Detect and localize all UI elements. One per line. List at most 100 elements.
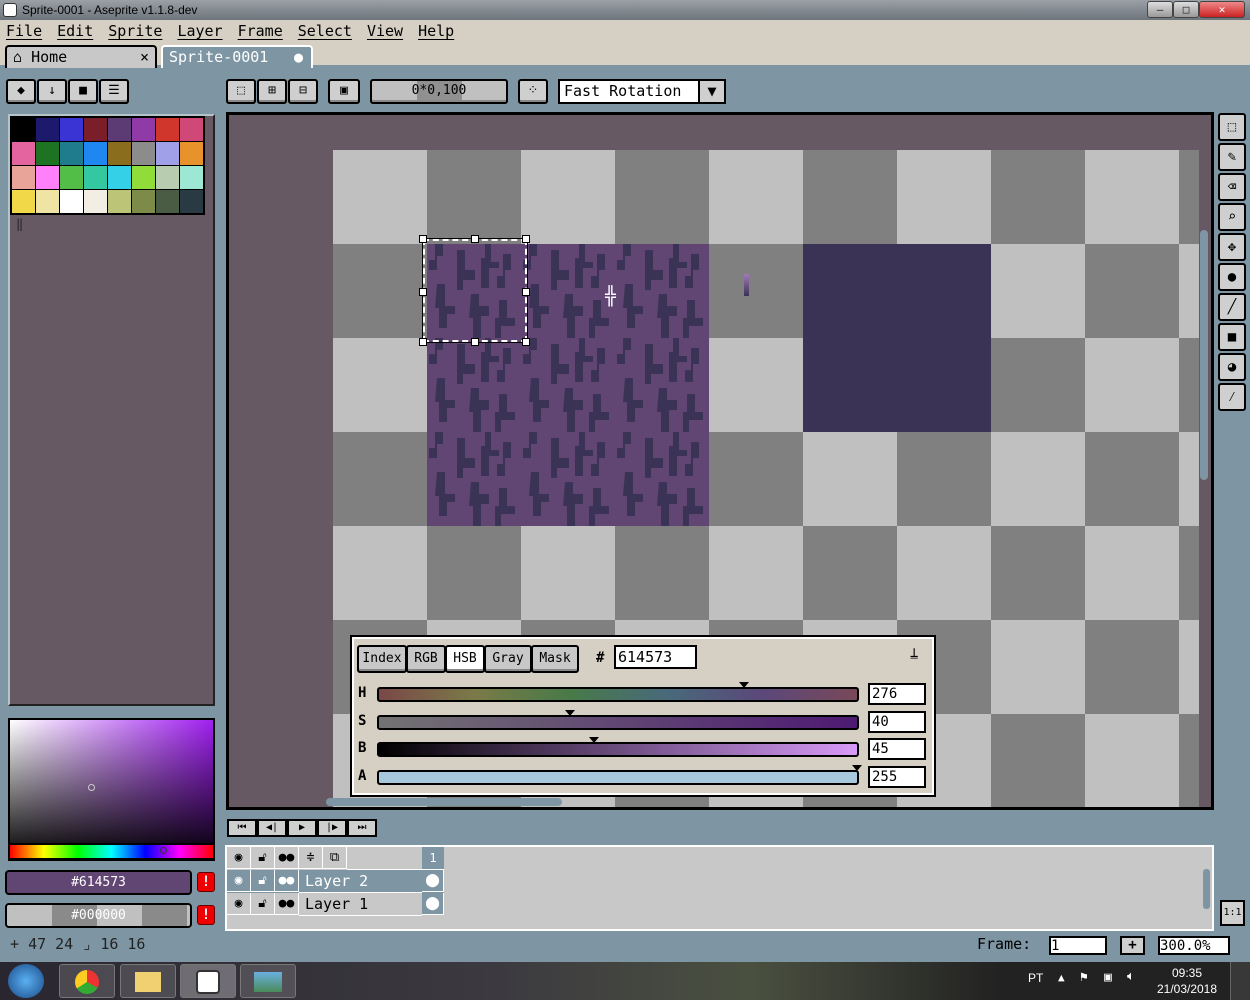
resize-handle[interactable] [471,338,479,346]
warning-icon[interactable]: ! [197,905,215,925]
resize-handle[interactable] [522,338,530,346]
palette-swatch[interactable] [180,190,203,213]
palette-swatch[interactable] [108,190,131,213]
show-desktop-button[interactable] [1230,962,1250,1000]
rotation-algorithm-select[interactable]: Fast Rotation ▼ [558,79,726,104]
explorer-taskbar-icon[interactable] [120,964,176,998]
menu-help[interactable]: Help [418,20,454,42]
brightness-slider[interactable] [377,742,859,757]
onion-skin-icon[interactable]: ≑ [299,847,323,869]
palette-swatch[interactable] [60,142,83,165]
pixel-perfect-button[interactable]: ▣ [328,79,360,104]
download-button[interactable]: ↓ [37,79,67,104]
eraser-tool-icon[interactable]: ⌫ [1218,173,1246,201]
palette-swatch[interactable] [36,190,59,213]
pencil-tool-icon[interactable]: ✎ [1218,143,1246,171]
selection-replace-button[interactable]: ⬚ [226,79,256,104]
color-spectrum-picker[interactable] [8,718,215,861]
next-frame-button[interactable]: |▶ [317,819,347,837]
layer-name[interactable]: Layer 1 [299,893,422,916]
hue-slider[interactable] [377,687,859,702]
warning-icon[interactable]: ! [197,872,215,892]
palette-swatch[interactable] [84,190,107,213]
visibility-header-icon[interactable]: ◉ [227,847,251,869]
palette-swatch[interactable] [84,166,107,189]
resize-handle[interactable] [471,235,479,243]
layer-row-layer-1[interactable]: ◉ 🔓︎ ●● Layer 1 ⬤ [227,893,444,916]
start-button[interactable] [8,964,44,998]
chrome-taskbar-icon[interactable] [59,964,115,998]
alpha-slider[interactable] [377,770,859,785]
menu-view[interactable]: View [367,20,403,42]
opacity-slider[interactable]: 0*0,100 [370,79,508,104]
action-center-flag-icon[interactable]: ⚑ [1080,970,1088,985]
menu-file[interactable]: File [6,20,42,42]
show-hidden-icons[interactable]: ▲ [1058,971,1065,984]
clock[interactable]: 09:35 21/03/2018 [1156,965,1218,997]
alpha-slider-thumb[interactable] [852,765,862,771]
picker-cursor[interactable] [88,784,95,791]
cel-icon[interactable]: ⬤ [422,893,444,915]
palette-swatch[interactable] [84,142,107,165]
palette-swatch[interactable] [36,166,59,189]
add-frame-button[interactable]: + [1120,936,1145,955]
palette-swatch[interactable] [156,190,179,213]
marquee-tool-icon[interactable]: ⬚ [1218,113,1246,141]
palette-swatch[interactable] [156,166,179,189]
palette-swatch[interactable] [60,166,83,189]
continuous-header-icon[interactable]: ●● [275,847,299,869]
eye-icon[interactable]: ◉ [227,870,251,892]
palette-swatch[interactable] [60,190,83,213]
layers-scrollbar[interactable] [1203,869,1210,909]
alpha-value-input[interactable]: 255 [868,766,926,788]
resize-handle[interactable] [522,288,530,296]
palette-swatch[interactable] [12,190,35,213]
maximize-button[interactable]: □ [1173,1,1199,18]
hue-cursor[interactable] [160,847,167,854]
saturation-slider[interactable] [377,715,859,730]
menu-select[interactable]: Select [298,20,352,42]
palette-swatch[interactable] [36,142,59,165]
menu-layer[interactable]: Layer [177,20,222,42]
menu-sprite[interactable]: Sprite [108,20,162,42]
palette-swatch[interactable] [132,118,155,141]
tab-home[interactable]: ⌂ Home × [5,45,157,68]
saturation-value-input[interactable]: 40 [868,711,926,733]
background-color-button[interactable]: #000000 [5,903,192,928]
eraser-brush-button[interactable]: ◆ [6,79,36,104]
frame-header[interactable]: 1 [422,847,444,869]
pivot-button[interactable]: ⁘ [518,79,548,104]
play-button[interactable]: ▶ [287,819,317,837]
line-tool-icon[interactable]: ╱ [1218,293,1246,321]
hue-slider-thumb[interactable] [739,682,749,688]
horizontal-scrollbar[interactable] [326,798,562,806]
palette-swatch[interactable] [156,142,179,165]
mode-gray-button[interactable]: Gray [484,645,532,673]
hex-input[interactable] [614,645,697,669]
palette-swatch[interactable] [108,118,131,141]
saturation-slider-thumb[interactable] [565,710,575,716]
menu-lines-button[interactable]: ☰ [99,79,129,104]
resize-handle[interactable] [419,338,427,346]
palette-swatch[interactable] [36,118,59,141]
palette-swatch[interactable] [180,142,203,165]
layer-mode-icon[interactable]: ⧉ [323,847,347,869]
continuous-icon[interactable]: ●● [275,893,299,915]
layer-row-layer-2[interactable]: ◉ 🔓︎ ●● Layer 2 ⬤ [227,870,444,893]
language-indicator[interactable]: PT [1028,971,1043,985]
selection-add-button[interactable]: ⊞ [257,79,287,104]
palette-swatch[interactable] [84,118,107,141]
pin-icon[interactable]: ⍊ [910,645,918,661]
mode-rgb-button[interactable]: RGB [406,645,446,673]
menu-frame[interactable]: Frame [238,20,283,42]
reset-zoom-button[interactable]: 1:1 [1220,900,1245,926]
palette-swatch[interactable] [108,166,131,189]
lock-header-icon[interactable]: 🔓︎ [251,847,275,869]
menu-edit[interactable]: Edit [57,20,93,42]
cel-icon[interactable]: ⬤ [422,870,444,892]
palette-swatch[interactable] [12,166,35,189]
aseprite-taskbar-icon[interactable] [180,964,236,998]
palette-swatch[interactable] [132,190,155,213]
fill-tool-icon[interactable]: ● [1218,263,1246,291]
resize-handle[interactable] [522,235,530,243]
